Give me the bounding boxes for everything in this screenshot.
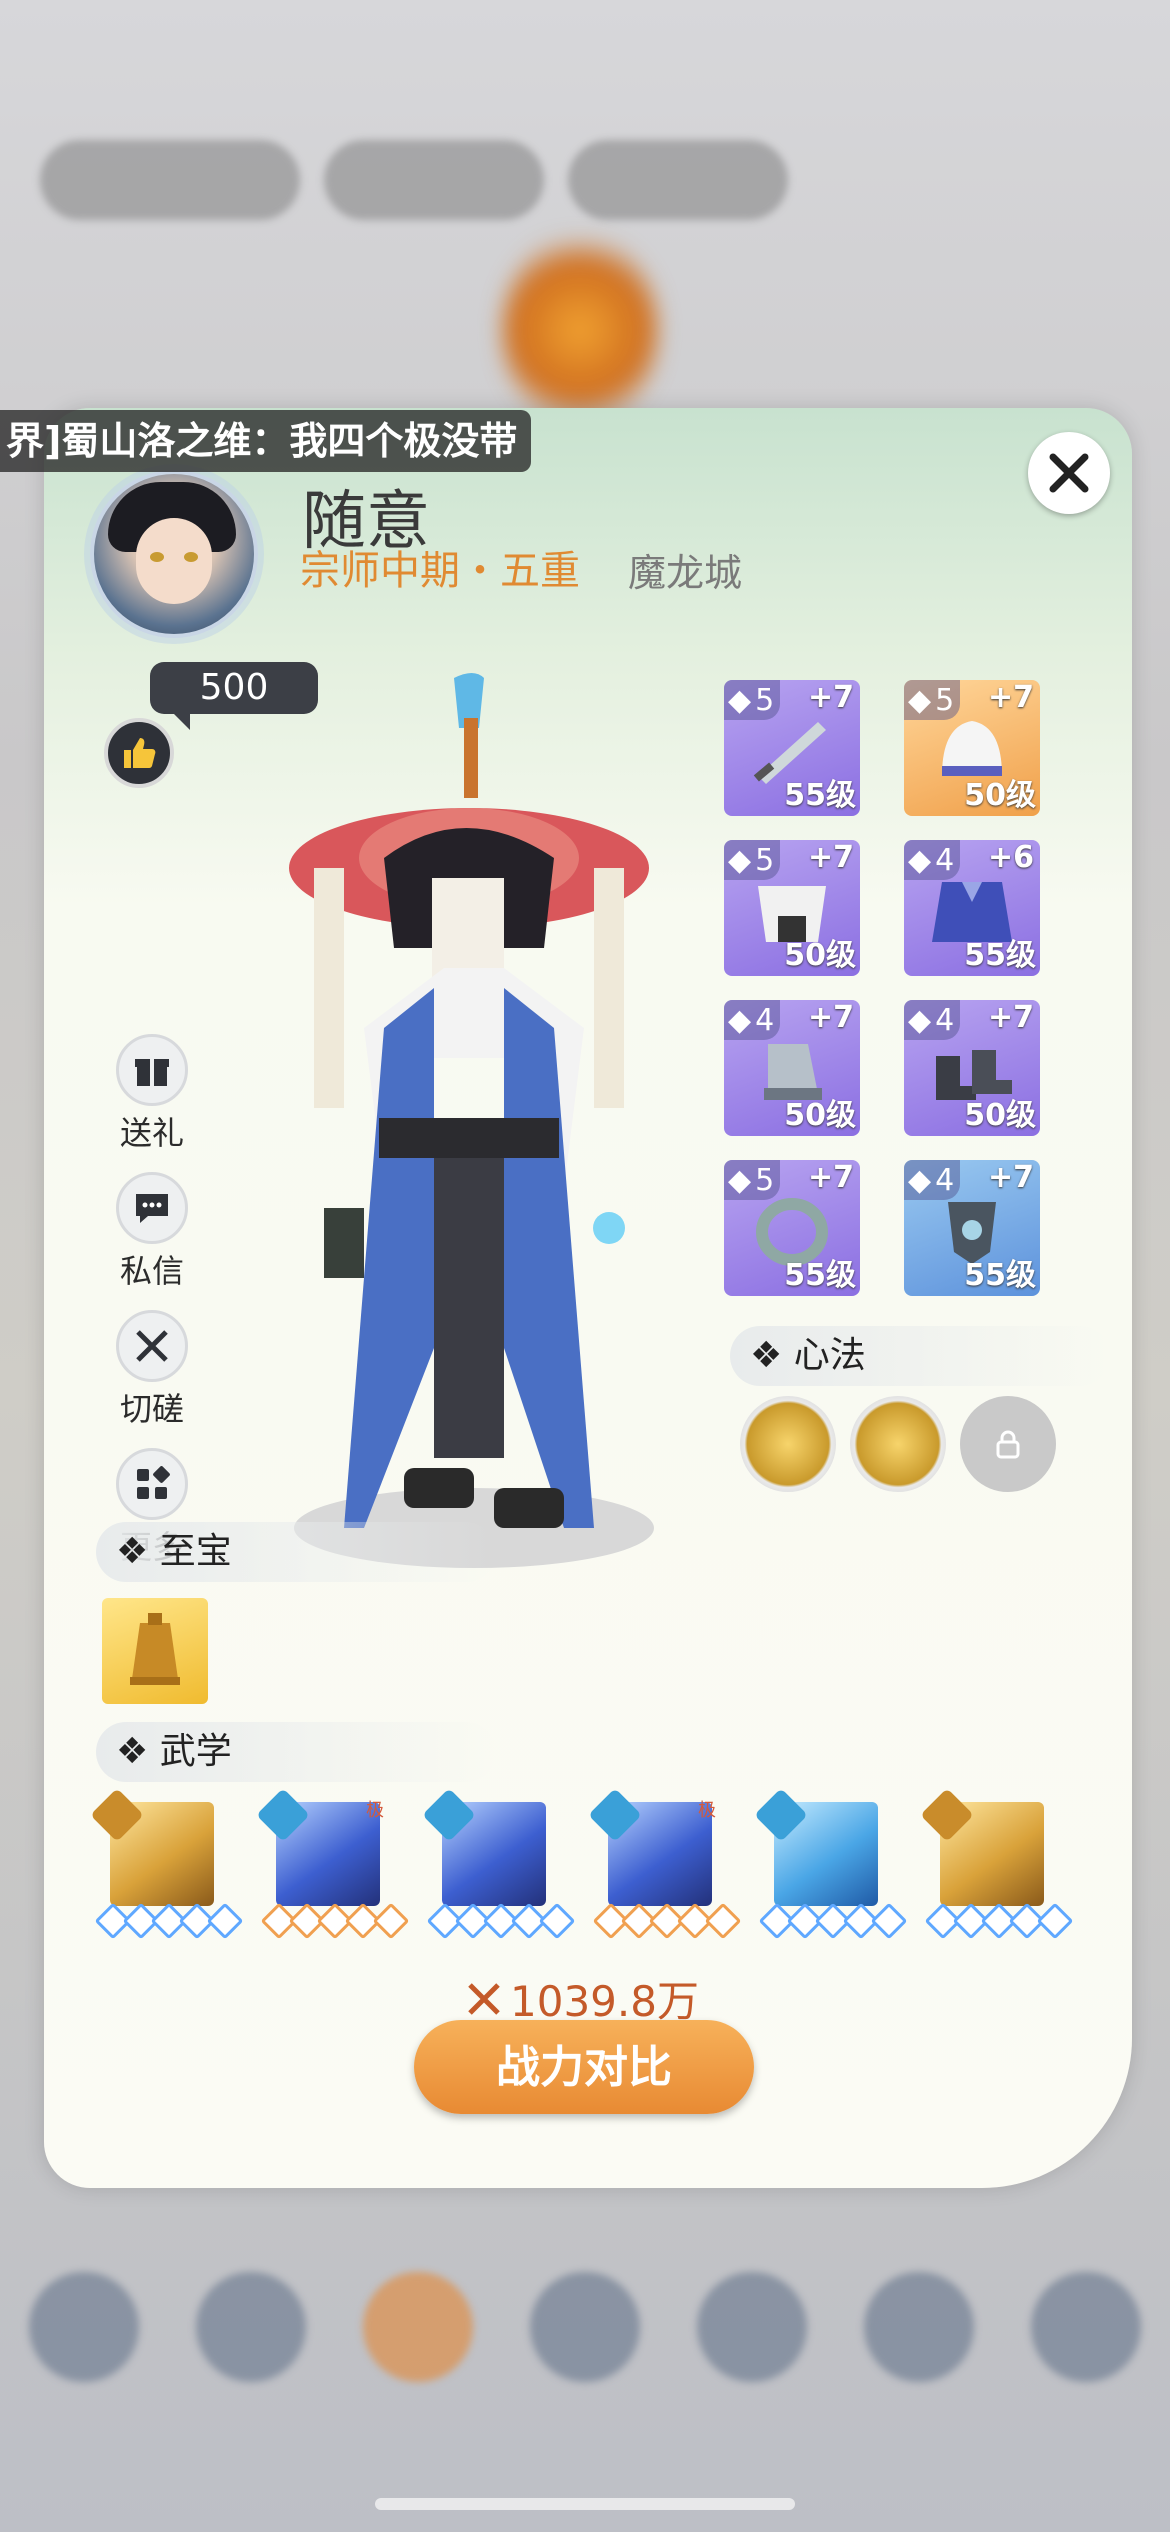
enhance-level: +7 [987,1000,1034,1035]
section-diamond-icon: ❖ [750,1335,794,1376]
gem-icon: ◆ [908,842,932,878]
ultimate-mark: 极 [366,1800,384,1821]
background-nav-bar [0,2242,1170,2412]
enhance-level: +7 [807,840,854,875]
compare-power-button[interactable]: 战力对比 [414,2020,754,2114]
more-grid-icon [116,1448,188,1520]
gem-icon: ◆ [728,1162,752,1198]
gem-icon: ◆ [728,1002,752,1038]
martial-skill[interactable] [920,1788,1074,1946]
side-actions: 送礼 私信 切磋 更多 [102,1034,202,1586]
item-level: 50级 [784,1098,856,1133]
martial-section-label: ❖ 武学 [96,1722,496,1782]
background-top-bar [40,140,800,220]
martial-skill[interactable] [754,1788,908,1946]
item-level: 55级 [964,1258,1036,1293]
message-button[interactable]: 私信 [102,1172,202,1292]
enhance-level: +7 [807,680,854,715]
gift-button[interactable]: 送礼 [102,1034,202,1154]
xinfa-section-label: ❖ 心法 [730,1326,1110,1386]
enhance-level: +7 [987,680,1034,715]
gem-icon: ◆ [728,682,752,718]
item-level: 50级 [784,938,856,973]
martial-skill[interactable] [422,1788,576,1946]
gift-label: 送礼 [119,1114,184,1152]
martial-skill[interactable]: 极 [588,1788,742,1946]
background-emblem [500,230,660,430]
equip-slot-amulet[interactable]: ◆ 4 +7 55级 [904,1160,1040,1296]
gem-icon: ◆ [728,842,752,878]
spar-button[interactable]: 切磋 [102,1310,202,1430]
gift-icon [116,1034,188,1106]
crossed-swords-icon [116,1310,188,1382]
xinfa-slot[interactable] [740,1396,836,1492]
xinfa-slot-locked[interactable] [960,1396,1056,1492]
home-indicator [375,2498,795,2510]
thumbs-up-icon [124,738,156,768]
equip-slot-robe[interactable]: ◆ 4 +6 55级 [904,840,1040,976]
enhance-level: +7 [807,1160,854,1195]
player-profile-panel: 随意 宗师中期・五重 魔龙城 500 送礼 私信 切磋 ◆ 5 +7 55级 ◆… [44,408,1132,2188]
spar-label: 切磋 [119,1390,184,1428]
like-button[interactable] [104,718,174,788]
enhance-level: +7 [807,1000,854,1035]
ultimate-mark: 极 [698,1800,716,1821]
item-level: 50级 [964,778,1036,813]
bell-icon [130,1613,180,1685]
avatar[interactable] [90,470,258,638]
martial-skill[interactable] [90,1788,244,1946]
close-icon [1049,453,1089,493]
martial-skill-list: 极 极 [90,1788,1074,1946]
crossed-swords-power-icon [468,1982,500,2015]
item-level: 55级 [964,938,1036,973]
equip-slot-ring[interactable]: ◆ 5 +7 55级 [724,1160,860,1296]
lock-icon [996,1430,1020,1459]
chat-ticker[interactable]: 界]蜀山洛之维：我四个极没带 [0,410,532,472]
equip-slot-sword[interactable]: ◆ 5 +7 55级 [724,680,860,816]
message-label: 私信 [119,1252,184,1290]
item-level: 50级 [964,1098,1036,1133]
xinfa-slot[interactable] [850,1396,946,1492]
close-button[interactable] [1028,432,1110,514]
item-level: 55级 [784,1258,856,1293]
treasure-section-label: ❖ 至宝 [96,1522,496,1582]
section-diamond-icon: ❖ [116,1531,160,1572]
gem-icon: ◆ [908,1162,932,1198]
equip-slot-armor[interactable]: ◆ 5 +7 50级 [724,840,860,976]
xinfa-list [740,1396,1056,1492]
section-diamond-icon: ❖ [116,1731,160,1772]
enhance-level: +7 [987,1160,1034,1195]
player-rank: 宗师中期・五重 [300,548,580,594]
player-city: 魔龙城 [628,551,743,595]
gem-icon: ◆ [908,682,932,718]
message-icon [116,1172,188,1244]
martial-skill[interactable]: 极 [256,1788,410,1946]
equipment-grid: ◆ 5 +7 55级 ◆ 5 +7 50级 ◆ 5 +7 50级 ◆ 4 +6 55级 … [724,680,1064,1296]
character-model[interactable] [264,668,684,1568]
item-level: 55级 [784,778,856,813]
equip-slot-helmet[interactable]: ◆ 5 +7 50级 [904,680,1040,816]
equip-slot-boots[interactable]: ◆ 4 +7 50级 [904,1000,1040,1136]
equip-slot-bracer[interactable]: ◆ 4 +7 50级 [724,1000,860,1136]
enhance-level: +6 [987,840,1034,875]
treasure-slot[interactable] [102,1598,208,1704]
gem-icon: ◆ [908,1002,932,1038]
